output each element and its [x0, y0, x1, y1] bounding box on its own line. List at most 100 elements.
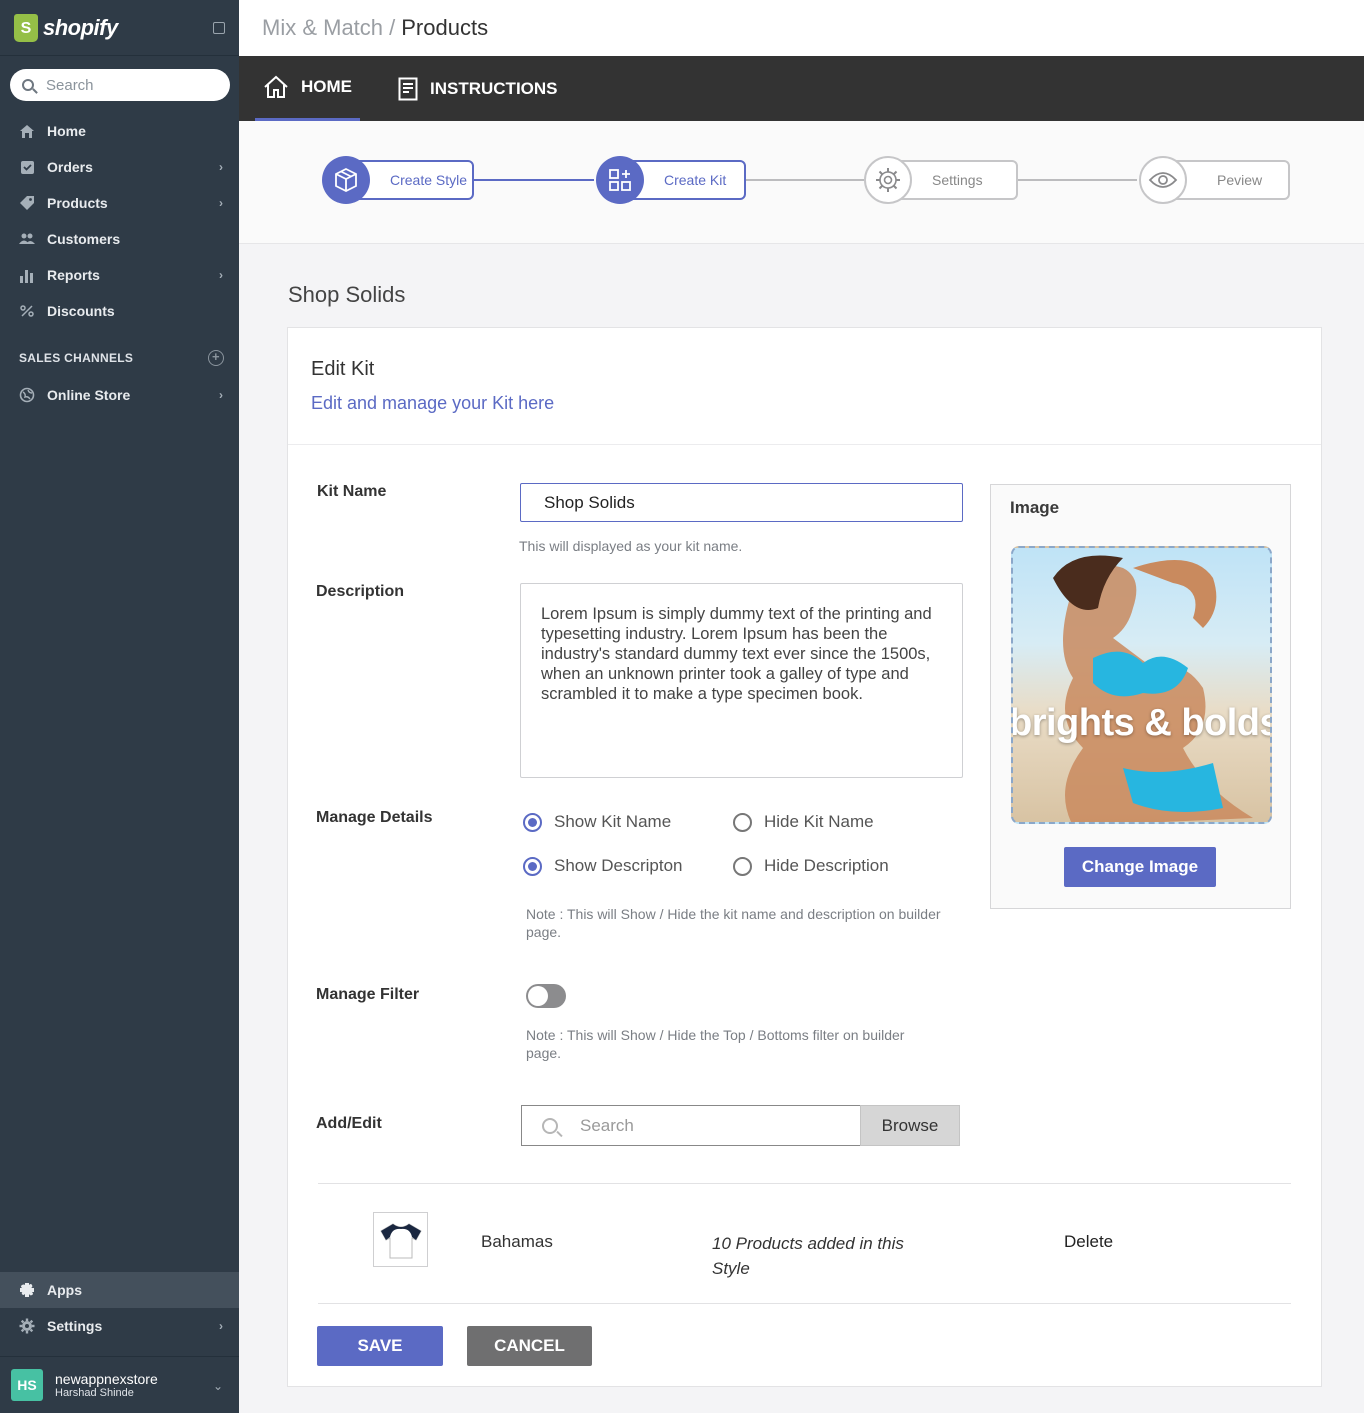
tshirt-icon	[379, 1222, 422, 1258]
chevron-right-icon: ›	[219, 1319, 223, 1333]
sidebar-search-input[interactable]: Search	[10, 69, 230, 101]
step-preview[interactable]: Peview	[1139, 156, 1290, 204]
description-textarea[interactable]: Lorem Ipsum is simply dummy text of the …	[520, 583, 963, 778]
tab-instructions[interactable]: INSTRUCTIONS	[398, 56, 566, 121]
step-label: Create Kit	[664, 172, 727, 188]
cancel-button[interactable]: CANCEL	[467, 1326, 592, 1366]
sidebar-item-label: Reports	[47, 267, 100, 283]
breadcrumb-page: Products	[401, 15, 489, 40]
image-panel: Image brights & bolds Change Image	[990, 484, 1291, 909]
step-settings[interactable]: Settings	[864, 156, 1018, 204]
puzzle-icon	[18, 1281, 36, 1299]
grid-plus-icon	[596, 156, 644, 204]
home-outline-icon	[264, 75, 288, 98]
sidebar-item-apps[interactable]: Apps	[0, 1272, 239, 1308]
page-title: Shop Solids	[288, 282, 406, 307]
sidebar-item-label: Apps	[47, 1282, 82, 1298]
show-description-radio[interactable]: Show Descripton	[523, 856, 683, 876]
globe-icon	[18, 386, 36, 404]
product-thumbnail	[373, 1212, 428, 1267]
chevron-right-icon: ›	[219, 160, 223, 174]
chevron-right-icon: ›	[219, 196, 223, 210]
page-header: Mix & Match / Products	[239, 0, 1364, 56]
discounts-icon	[18, 302, 36, 320]
eye-icon	[1139, 156, 1187, 204]
browse-button[interactable]: Browse	[860, 1105, 960, 1146]
add-edit-label: Add/Edit	[316, 1115, 382, 1132]
kit-name-hint: This will displayed as your kit name.	[519, 538, 743, 554]
step-create-style[interactable]: Create Style	[322, 156, 474, 204]
brand-logo[interactable]: shopify	[43, 15, 118, 41]
cube-icon	[322, 156, 370, 204]
shopify-bag-icon: S	[14, 13, 38, 42]
step-label: Peview	[1217, 172, 1263, 188]
external-link-icon[interactable]	[213, 21, 225, 34]
breadcrumb-app[interactable]: Mix & Match /	[262, 15, 395, 41]
card-title: Edit Kit	[311, 358, 375, 380]
hide-kit-name-radio[interactable]: Hide Kit Name	[733, 812, 874, 832]
kit-name-input[interactable]: Shop Solids	[520, 483, 963, 522]
sales-channels-title: SALES CHANNELS	[19, 351, 134, 365]
avatar: HS	[11, 1369, 43, 1401]
details-note: Note : This will Show / Hide the kit nam…	[526, 906, 941, 940]
description-label: Description	[316, 583, 405, 600]
reports-icon	[18, 266, 36, 284]
step-label: Create Style	[390, 172, 468, 188]
add-channel-icon[interactable]: +	[208, 350, 224, 366]
sidebar-item-label: Products	[47, 195, 108, 211]
step-connector	[474, 179, 594, 181]
show-kit-name-radio[interactable]: Show Kit Name	[523, 812, 671, 832]
step-create-kit[interactable]: Create Kit	[596, 156, 746, 204]
kit-name-value: Shop Solids	[544, 492, 635, 512]
manage-filter-label: Manage Filter	[316, 986, 420, 1003]
gear-icon	[864, 156, 912, 204]
product-name: Bahamas	[481, 1232, 553, 1251]
channels-nav: Online Store ›	[0, 377, 239, 413]
divider	[318, 1183, 1291, 1184]
sidebar-item-label: Settings	[47, 1318, 103, 1334]
gear-icon	[18, 1317, 36, 1335]
change-image-button[interactable]: Change Image	[1064, 847, 1216, 887]
card-subtitle: Edit and manage your Kit here	[311, 393, 555, 413]
image-overlay-text: brights & bolds	[1011, 702, 1272, 744]
search-icon	[542, 1117, 558, 1134]
sidebar-item-label: Online Store	[47, 387, 131, 403]
sidebar-item-label: Discounts	[47, 303, 115, 319]
tab-instructions-label: INSTRUCTIONS	[430, 78, 558, 98]
sidebar-item-label: Customers	[47, 231, 121, 247]
product-count: 10 Products added in this Style	[712, 1234, 904, 1278]
sidebar-item-label: Orders	[47, 159, 93, 175]
sidebar: S shopify Search Home Orders › Products …	[0, 0, 239, 1413]
sidebar-item-reports[interactable]: Reports ›	[0, 257, 239, 293]
sidebar-item-settings[interactable]: Settings ›	[0, 1308, 239, 1344]
document-icon	[398, 77, 418, 100]
radio-empty-icon	[733, 856, 752, 876]
tab-home[interactable]: HOME	[255, 56, 360, 121]
sidebar-item-online-store[interactable]: Online Store ›	[0, 377, 239, 413]
radio-selected-icon	[523, 812, 542, 832]
customers-icon	[18, 230, 36, 248]
account-switcher[interactable]: HS newappnexstore Harshad Shinde ⌄	[0, 1356, 239, 1413]
search-icon	[22, 79, 34, 91]
product-search-input[interactable]: Search	[521, 1105, 860, 1146]
step-label: Settings	[932, 172, 983, 188]
main-nav: Home Orders › Products › Customers Repor…	[0, 113, 239, 329]
radio-label: Show Descripton	[554, 856, 683, 875]
tab-home-label: HOME	[301, 77, 352, 96]
sidebar-item-products[interactable]: Products ›	[0, 185, 239, 221]
user-name: Harshad Shinde	[55, 1387, 134, 1399]
sidebar-item-customers[interactable]: Customers	[0, 221, 239, 257]
radio-label: Hide Kit Name	[764, 812, 874, 831]
divider	[318, 1303, 1291, 1304]
hide-description-radio[interactable]: Hide Description	[733, 856, 889, 876]
model-photo	[1053, 555, 1253, 822]
delete-product-link[interactable]: Delete	[1064, 1232, 1113, 1252]
bottom-nav: Apps Settings ›	[0, 1272, 239, 1344]
filter-toggle[interactable]	[526, 984, 566, 1008]
sidebar-item-home[interactable]: Home	[0, 113, 239, 149]
manage-details-label: Manage Details	[316, 809, 433, 826]
step-connector	[1017, 179, 1137, 181]
sidebar-item-discounts[interactable]: Discounts	[0, 293, 239, 329]
sidebar-item-orders[interactable]: Orders ›	[0, 149, 239, 185]
save-button[interactable]: SAVE	[317, 1326, 443, 1366]
